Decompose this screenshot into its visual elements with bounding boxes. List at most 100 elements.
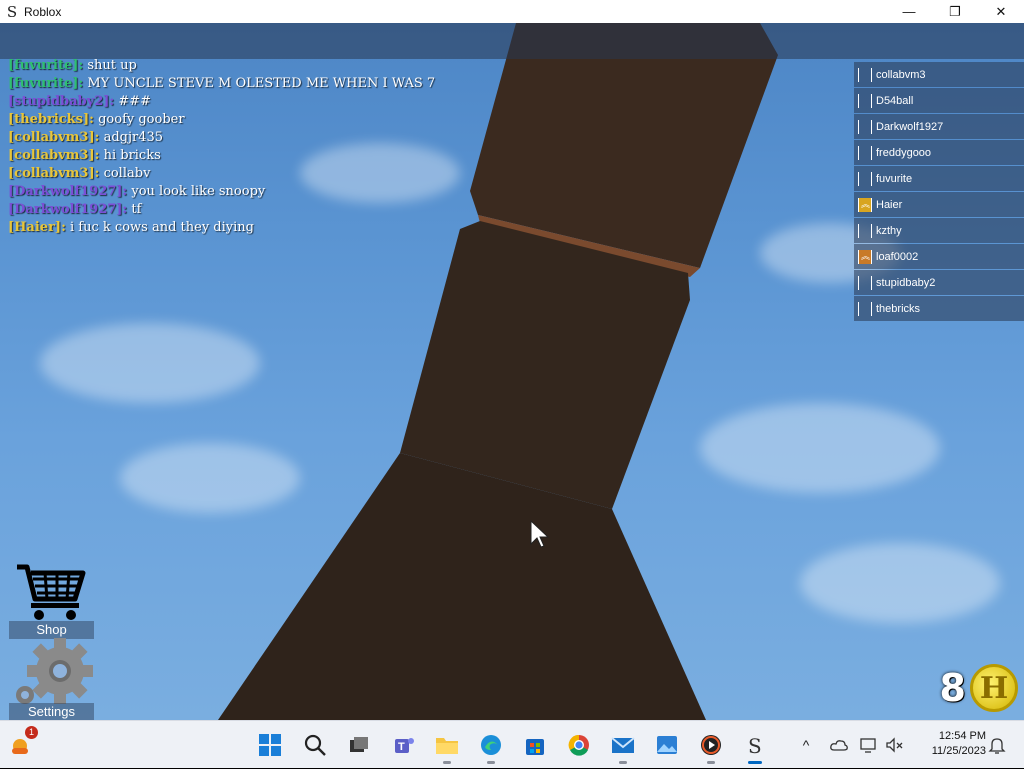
- store-button[interactable]: [520, 730, 550, 760]
- top-bar: [0, 23, 1024, 59]
- settings-label: Settings: [9, 703, 94, 720]
- cloud-icon: [830, 740, 848, 751]
- photos-icon: [657, 736, 677, 754]
- network-icon: [860, 738, 876, 753]
- volume-button[interactable]: [884, 721, 906, 769]
- window-controls: — ❐ ✕: [886, 0, 1024, 23]
- system-clock[interactable]: 12:54 PM 11/25/2023: [914, 729, 986, 759]
- photos-button[interactable]: [652, 730, 682, 760]
- chat-text: tf: [131, 202, 142, 217]
- chat-log: [fuvurite]: shut up [fuvurite]: MY UNCLE…: [8, 57, 435, 237]
- close-button[interactable]: ✕: [978, 0, 1024, 23]
- player-list: collabvm3 D54ball Darkwolf1927 freddygoo…: [854, 62, 1024, 322]
- chat-message: [fuvurite]: shut up: [8, 57, 428, 75]
- chat-sender: [Darkwolf1927]:: [8, 184, 128, 199]
- chat-sender: [fuvurite]:: [8, 76, 84, 91]
- member-bracket-icon: [858, 171, 872, 186]
- shopping-cart-icon: [17, 564, 86, 620]
- notification-badge: 1: [25, 726, 38, 739]
- widgets-button[interactable]: 1: [6, 726, 38, 760]
- player-row[interactable]: freddygooo: [854, 140, 1024, 165]
- folder-icon: [436, 738, 458, 754]
- member-bracket-icon: [858, 145, 872, 160]
- chat-message: [stupidbaby2]: ###: [8, 93, 428, 111]
- game-viewport[interactable]: [fuvurite]: shut up [fuvurite]: MY UNCLE…: [0, 23, 1024, 720]
- teams-icon: T: [395, 738, 414, 753]
- chat-message: [fuvurite]: MY UNCLE STEVE M OLESTED ME …: [8, 75, 435, 93]
- member-bracket-icon: [858, 67, 872, 82]
- member-bracket-icon: [858, 275, 872, 290]
- player-row[interactable]: fuvurite: [854, 166, 1024, 191]
- edge-button[interactable]: [476, 730, 506, 764]
- chat-text: adgjr435: [103, 130, 164, 145]
- roblox-s-icon: S: [748, 734, 762, 757]
- media-player-icon: [701, 735, 721, 755]
- settings-button[interactable]: Settings: [9, 637, 94, 720]
- chat-message: [collabvm3]: hi bricks: [8, 147, 428, 165]
- chat-text: collabv: [103, 166, 151, 181]
- player-name: stupidbaby2: [876, 276, 936, 289]
- svg-text:T: T: [398, 741, 405, 753]
- chat-sender: [stupidbaby2]:: [8, 94, 115, 109]
- chat-sender: [fuvurite]:: [8, 58, 84, 73]
- player-row[interactable]: stupidbaby2: [854, 270, 1024, 295]
- media-player-button[interactable]: [696, 730, 726, 764]
- member-bracket-icon: [858, 301, 872, 316]
- teams-button[interactable]: T: [389, 730, 419, 760]
- chevron-up-icon: ^: [802, 737, 810, 753]
- chat-message: [collabvm3]: adgjr435: [8, 129, 428, 147]
- volume-muted-icon: [886, 737, 903, 753]
- task-view-button[interactable]: [343, 730, 373, 760]
- running-indicator: [619, 761, 627, 764]
- player-row[interactable]: ︽ loaf0002: [854, 244, 1024, 269]
- orange-rank-icon: ︽: [858, 249, 872, 264]
- running-indicator: [707, 761, 715, 764]
- shop-button[interactable]: Shop: [9, 559, 94, 639]
- chrome-button[interactable]: [564, 730, 594, 760]
- currency-amount: 8: [939, 666, 966, 710]
- chat-sender: [collabvm3]:: [8, 166, 100, 181]
- show-hidden-icons-button[interactable]: ^: [796, 721, 816, 769]
- h-coin-icon: H: [970, 664, 1018, 712]
- network-button[interactable]: [858, 721, 882, 769]
- chat-text: ###: [118, 94, 152, 109]
- chat-sender: [collabvm3]:: [8, 148, 100, 163]
- player-row[interactable]: kzthy: [854, 218, 1024, 243]
- chat-message: [Haier]: i fuc k cows and they diying: [8, 219, 428, 237]
- roblox-taskbar-button[interactable]: S: [740, 730, 770, 764]
- player-row[interactable]: Darkwolf1927: [854, 114, 1024, 139]
- roblox-app-icon: S: [6, 2, 18, 21]
- chat-text: shut up: [87, 58, 137, 73]
- maximize-button[interactable]: ❐: [932, 0, 978, 23]
- player-row[interactable]: thebricks: [854, 296, 1024, 321]
- edge-browser-icon: [481, 735, 501, 755]
- chat-text: MY UNCLE STEVE M OLESTED ME WHEN I WAS 7: [87, 76, 436, 91]
- player-name: loaf0002: [876, 250, 919, 263]
- player-name: thebricks: [876, 302, 921, 315]
- onedrive-button[interactable]: [828, 721, 850, 769]
- gold-rank-icon: ︽: [858, 197, 872, 212]
- player-row[interactable]: D54ball: [854, 88, 1024, 113]
- player-name: Haier: [876, 198, 903, 211]
- minimize-button[interactable]: —: [886, 0, 932, 23]
- file-explorer-button[interactable]: [432, 730, 462, 764]
- member-bracket-icon: [858, 223, 872, 238]
- start-button[interactable]: [255, 730, 285, 760]
- chat-text: i fuc k cows and they diying: [70, 220, 254, 235]
- player-name: fuvurite: [876, 172, 913, 185]
- title-bar: S Roblox — ❐ ✕: [0, 0, 1024, 23]
- clock-time: 12:54 PM: [938, 730, 986, 742]
- player-row[interactable]: ︽ Haier: [854, 192, 1024, 217]
- player-row[interactable]: collabvm3: [854, 62, 1024, 87]
- bell-icon: [988, 738, 1006, 754]
- store-icon: [526, 739, 544, 755]
- player-name: kzthy: [876, 224, 902, 237]
- notifications-button[interactable]: [986, 721, 1008, 769]
- member-bracket-icon: [858, 119, 872, 134]
- search-button[interactable]: [300, 730, 330, 760]
- mouse-cursor-icon: [530, 520, 550, 548]
- window-title: Roblox: [24, 4, 62, 19]
- mail-button[interactable]: [608, 730, 638, 764]
- player-name: collabvm3: [876, 68, 926, 81]
- svg-text:S: S: [748, 734, 762, 757]
